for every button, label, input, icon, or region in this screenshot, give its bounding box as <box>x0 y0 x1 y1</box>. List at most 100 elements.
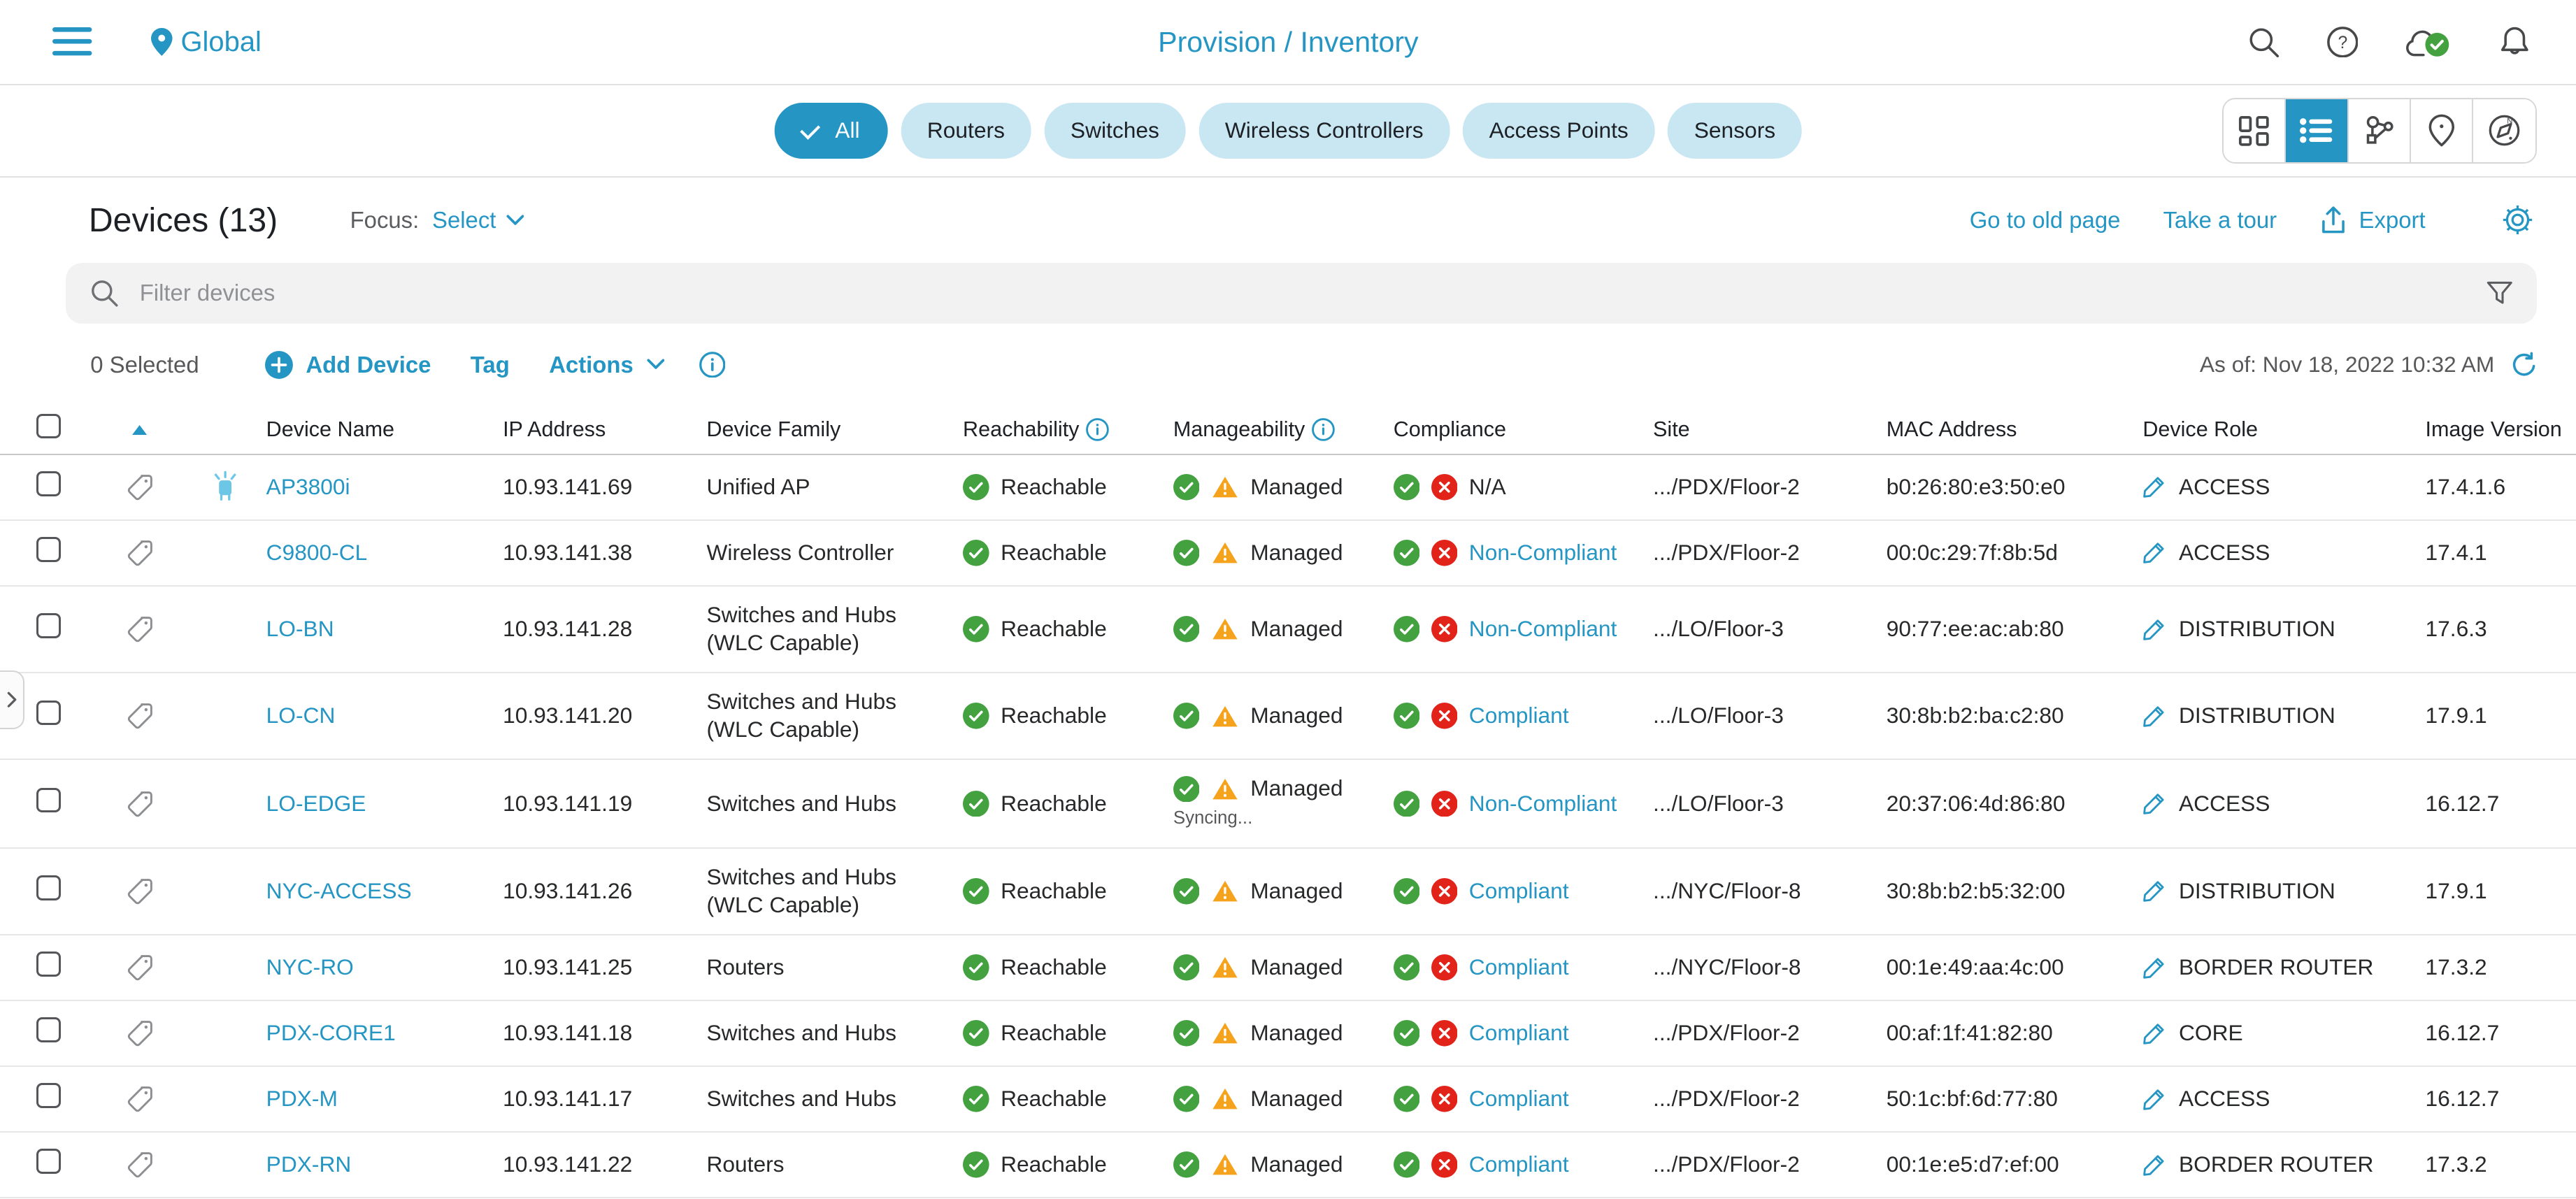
search-icon[interactable] <box>2248 27 2280 58</box>
column-header-mac-address[interactable]: MAC Address <box>1887 417 2143 442</box>
column-header-compliance[interactable]: Compliance <box>1394 417 1653 442</box>
device-name-link[interactable]: LO-BN <box>266 616 334 641</box>
compliance-link[interactable]: Non-Compliant <box>1469 790 1617 818</box>
edit-role-pencil-icon[interactable] <box>2142 1088 2166 1111</box>
row-checkbox[interactable] <box>36 1083 61 1107</box>
device-name-link[interactable]: AP3800i <box>266 474 350 499</box>
ip-address-cell: 10.93.141.26 <box>503 877 706 905</box>
go-to-old-page-link[interactable]: Go to old page <box>1970 207 2121 234</box>
export-link[interactable]: Export <box>2319 206 2425 235</box>
check-circle-icon <box>1394 1020 1420 1047</box>
focus-select-dropdown[interactable]: Select <box>432 207 524 234</box>
edit-role-pencil-icon[interactable] <box>2142 1022 2166 1045</box>
edit-role-pencil-icon[interactable] <box>2142 879 2166 903</box>
edit-role-pencil-icon[interactable] <box>2142 618 2166 641</box>
column-header-image-version[interactable]: Image Version <box>2426 417 2576 442</box>
filter-chip-access-points[interactable]: Access Points <box>1463 103 1654 159</box>
grid-view-icon[interactable] <box>2224 99 2286 161</box>
map-view-icon[interactable] <box>2411 99 2473 161</box>
edit-role-pencil-icon[interactable] <box>2142 475 2166 498</box>
tag-icon[interactable] <box>126 790 154 818</box>
compliance-link[interactable]: Non-Compliant <box>1469 539 1617 567</box>
tag-icon[interactable] <box>126 877 154 905</box>
tag-button[interactable]: Tag <box>471 352 510 378</box>
row-checkbox[interactable] <box>36 613 61 638</box>
row-checkbox[interactable] <box>36 537 61 561</box>
info-icon[interactable] <box>1312 418 1335 441</box>
compliance-link[interactable]: Compliant <box>1469 1151 1569 1179</box>
compliance-link[interactable]: Non-Compliant <box>1469 615 1617 643</box>
column-header-ip-address[interactable]: IP Address <box>503 417 706 442</box>
filter-chip-sensors[interactable]: Sensors <box>1668 103 1802 159</box>
column-header-device-family[interactable]: Device Family <box>706 417 963 442</box>
device-name-link[interactable]: LO-EDGE <box>266 791 366 816</box>
check-circle-icon <box>1394 954 1420 981</box>
row-checkbox[interactable] <box>36 788 61 812</box>
filter-devices-input[interactable] <box>136 278 2486 308</box>
edit-role-pencil-icon[interactable] <box>2142 1154 2166 1177</box>
help-icon[interactable]: ? <box>2327 27 2359 58</box>
compliance-link[interactable]: Compliant <box>1469 954 1569 982</box>
tag-icon[interactable] <box>126 473 154 501</box>
compliance-link[interactable]: Compliant <box>1469 1019 1569 1047</box>
column-header-reachability[interactable]: Reachability <box>963 417 1173 442</box>
tag-icon[interactable] <box>126 1019 154 1047</box>
sort-ascending-icon[interactable] <box>95 425 184 435</box>
compliance-link[interactable]: Compliant <box>1469 877 1569 905</box>
tag-icon[interactable] <box>126 702 154 730</box>
device-name-link[interactable]: NYC-RO <box>266 954 354 979</box>
row-checkbox[interactable] <box>36 701 61 725</box>
device-name-link[interactable]: PDX-RN <box>266 1151 352 1177</box>
filter-chip-wireless-controllers[interactable]: Wireless Controllers <box>1198 103 1450 159</box>
column-header-manageability[interactable]: Manageability <box>1173 417 1394 442</box>
device-name-link[interactable]: PDX-M <box>266 1086 338 1111</box>
notifications-bell-icon[interactable] <box>2499 26 2531 59</box>
row-checkbox[interactable] <box>36 471 61 496</box>
actions-dropdown[interactable]: Actions <box>549 352 664 378</box>
info-icon[interactable] <box>1086 418 1109 441</box>
tag-icon[interactable] <box>126 539 154 567</box>
add-device-button[interactable]: Add Device <box>265 351 431 379</box>
geo-compass-view-icon[interactable]: N <box>2473 99 2535 161</box>
filter-chip-switches[interactable]: Switches <box>1044 103 1185 159</box>
row-checkbox[interactable] <box>36 1149 61 1173</box>
refresh-icon[interactable] <box>2511 352 2538 378</box>
filter-funnel-icon[interactable] <box>2486 281 2513 306</box>
device-name-link[interactable]: LO-CN <box>266 703 336 728</box>
filter-chip-routers[interactable]: Routers <box>901 103 1031 159</box>
edit-role-pencil-icon[interactable] <box>2142 792 2166 815</box>
column-header-site[interactable]: Site <box>1653 417 1887 442</box>
compliance-link[interactable]: Compliant <box>1469 702 1569 730</box>
tag-icon[interactable] <box>126 1085 154 1113</box>
topology-view-icon[interactable] <box>2349 99 2411 161</box>
reachability-cell: Reachable <box>963 702 1173 730</box>
site-selector[interactable]: Global <box>151 27 262 58</box>
edit-role-pencil-icon[interactable] <box>2142 705 2166 728</box>
tag-icon[interactable] <box>126 1151 154 1179</box>
compliance-link[interactable]: N/A <box>1469 473 1506 501</box>
side-panel-expander[interactable] <box>0 670 24 730</box>
device-name-link[interactable]: NYC-ACCESS <box>266 878 412 903</box>
hamburger-menu-icon[interactable] <box>50 24 96 60</box>
select-all-checkbox[interactable] <box>36 414 61 438</box>
list-view-icon[interactable] <box>2286 99 2348 161</box>
reachability-cell: Reachable <box>963 1019 1173 1047</box>
reachability-cell: Reachable <box>963 1151 1173 1179</box>
info-icon[interactable] <box>699 352 726 378</box>
cloud-status-icon[interactable] <box>2405 27 2452 58</box>
device-name-link[interactable]: C9800-CL <box>266 540 368 565</box>
take-a-tour-link[interactable]: Take a tour <box>2163 207 2277 234</box>
tag-icon[interactable] <box>126 615 154 643</box>
filter-chip-all[interactable]: All <box>775 103 887 159</box>
row-checkbox[interactable] <box>36 875 61 900</box>
gear-icon[interactable] <box>2501 203 2534 236</box>
tag-icon[interactable] <box>126 954 154 982</box>
device-name-link[interactable]: PDX-CORE1 <box>266 1020 396 1045</box>
column-header-device-name[interactable]: Device Name <box>266 417 503 442</box>
column-header-device-role[interactable]: Device Role <box>2142 417 2425 442</box>
edit-role-pencil-icon[interactable] <box>2142 541 2166 564</box>
row-checkbox[interactable] <box>36 1017 61 1042</box>
compliance-link[interactable]: Compliant <box>1469 1085 1569 1113</box>
row-checkbox[interactable] <box>36 952 61 976</box>
edit-role-pencil-icon[interactable] <box>2142 956 2166 979</box>
